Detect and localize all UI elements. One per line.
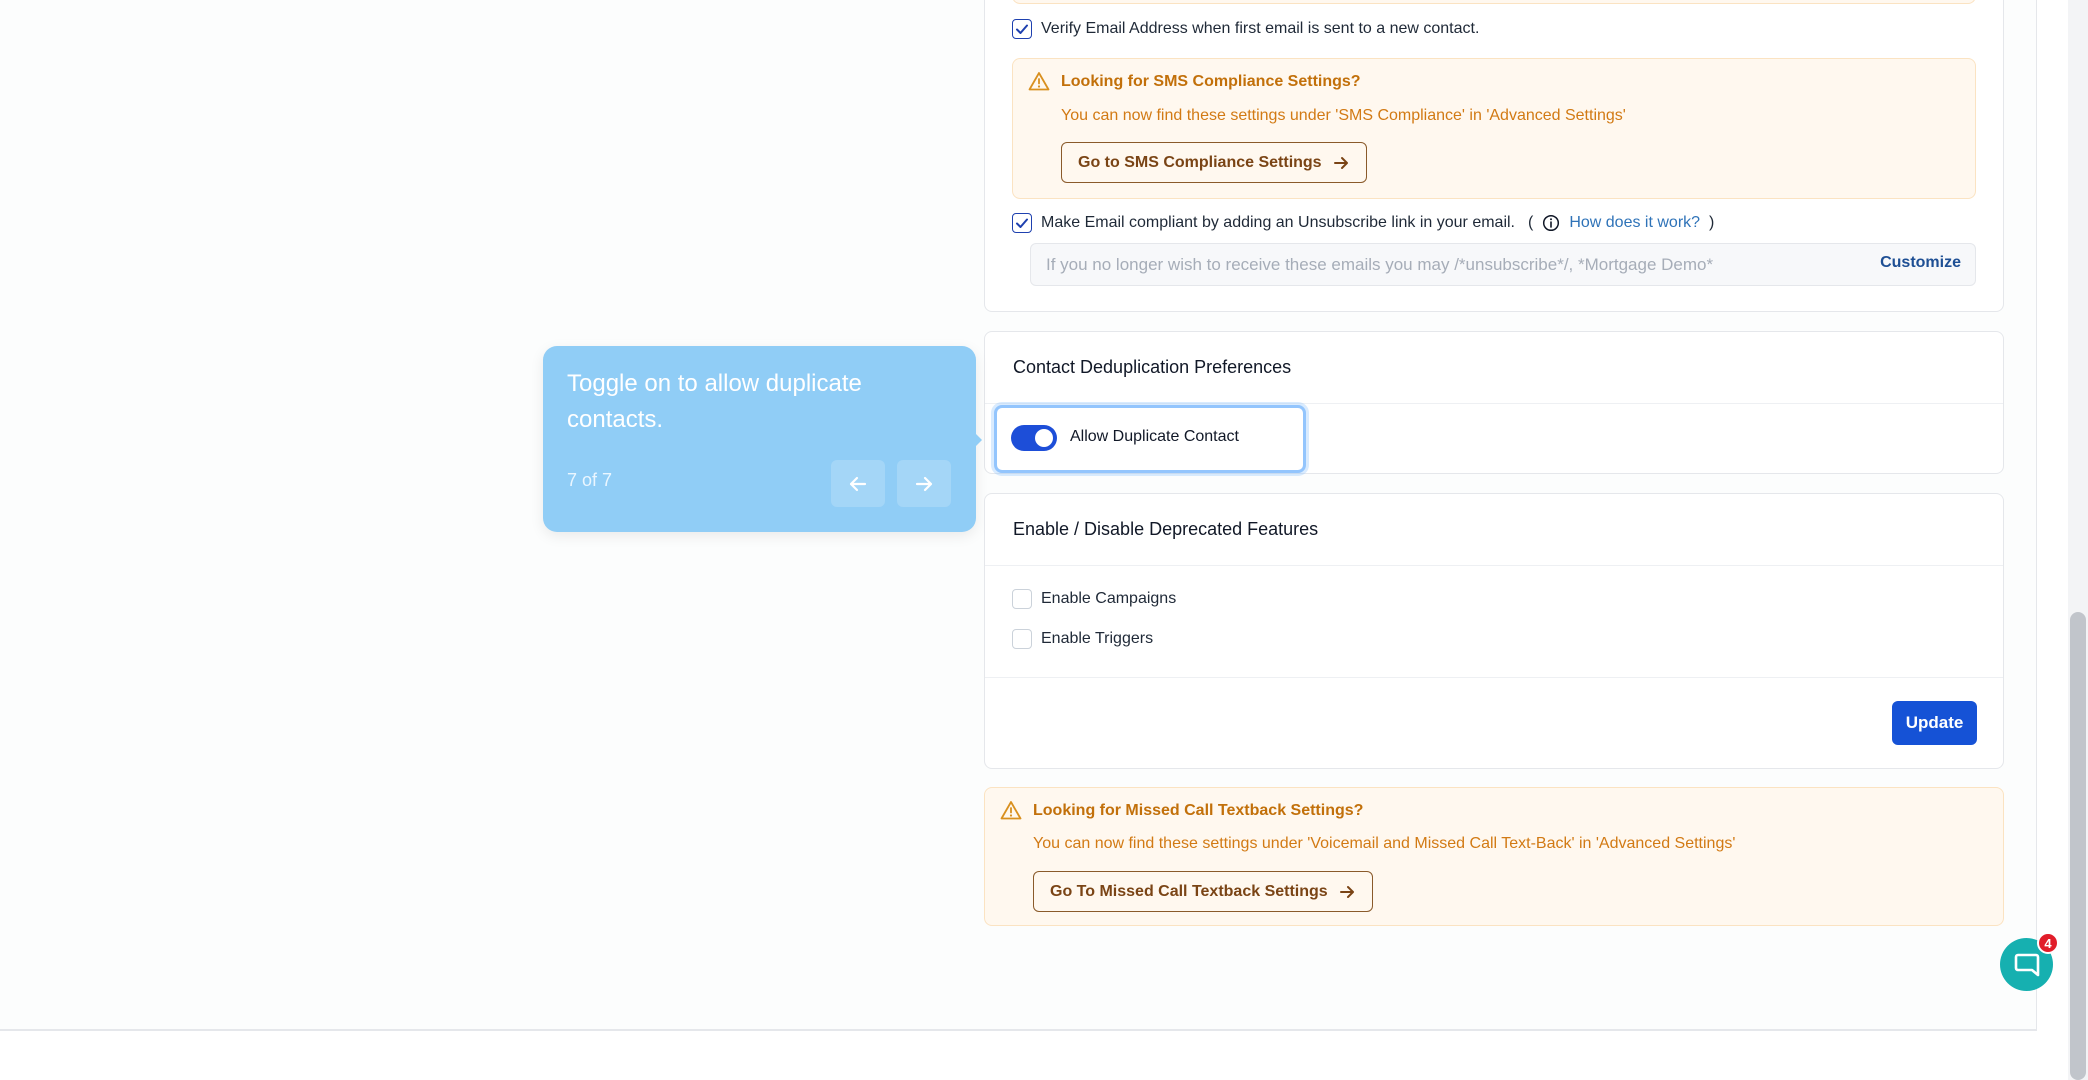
scrollbar-thumb[interactable] xyxy=(2070,612,2086,1080)
verify-email-label: Verify Email Address when first email is… xyxy=(1041,20,1480,37)
missed-call-notice-title: Looking for Missed Call Textback Setting… xyxy=(1033,802,1364,819)
enable-campaigns-row[interactable]: Enable Campaigns xyxy=(1012,589,1176,609)
unsubscribe-row[interactable]: Make Email compliant by adding an Unsubs… xyxy=(1012,213,1714,233)
info-icon xyxy=(1543,214,1560,232)
warning-icon xyxy=(1000,801,1022,820)
sms-notice-text: You can now find these settings under 'S… xyxy=(1061,107,1626,124)
go-to-sms-compliance-button[interactable]: Go to SMS Compliance Settings xyxy=(1061,142,1367,183)
tooltip-step-counter: 7 of 7 xyxy=(567,470,613,490)
enable-triggers-row[interactable]: Enable Triggers xyxy=(1012,629,1153,649)
bottom-strip xyxy=(0,1030,2037,1080)
tooltip-prev-button[interactable] xyxy=(831,460,885,507)
dedup-card-title: Contact Deduplication Preferences xyxy=(985,332,2003,404)
arrow-left-icon xyxy=(849,476,867,491)
verify-email-checkbox[interactable] xyxy=(1012,19,1032,39)
card-divider xyxy=(985,677,2003,678)
missed-call-button-label: Go To Missed Call Textback Settings xyxy=(1050,882,1328,900)
arrow-right-icon xyxy=(1339,885,1354,898)
check-icon xyxy=(1016,24,1028,34)
previous-notice-edge xyxy=(1012,0,1976,4)
enable-triggers-checkbox[interactable] xyxy=(1012,629,1032,649)
warning-icon xyxy=(1028,72,1050,91)
sms-notice-title: Looking for SMS Compliance Settings? xyxy=(1061,73,1361,90)
unsubscribe-text-field[interactable]: If you no longer wish to receive these e… xyxy=(1030,243,1976,286)
missed-call-notice-text: You can now find these settings under 'V… xyxy=(1033,835,1736,852)
unsubscribe-label: Make Email compliant by adding an Unsubs… xyxy=(1041,214,1515,231)
enable-campaigns-checkbox[interactable] xyxy=(1012,589,1032,609)
update-button[interactable]: Update xyxy=(1892,701,1977,745)
allow-duplicate-toggle[interactable] xyxy=(1011,425,1057,451)
check-icon xyxy=(1016,218,1028,228)
verify-email-row[interactable]: Verify Email Address when first email is… xyxy=(1012,19,1479,39)
tooltip-next-button[interactable] xyxy=(897,460,951,507)
paren-open: ( xyxy=(1528,214,1534,231)
chat-icon xyxy=(2014,953,2039,976)
unsubscribe-text: If you no longer wish to receive these e… xyxy=(1046,254,1714,274)
unsubscribe-checkbox[interactable] xyxy=(1012,213,1032,233)
arrow-right-icon xyxy=(915,476,933,491)
deprecated-card-title: Enable / Disable Deprecated Features xyxy=(985,494,2003,566)
arrow-right-icon xyxy=(1333,156,1348,169)
sms-button-label: Go to SMS Compliance Settings xyxy=(1078,153,1322,171)
enable-campaigns-label: Enable Campaigns xyxy=(1041,590,1177,607)
allow-duplicate-label: Allow Duplicate Contact xyxy=(1070,428,1239,445)
tooltip-text: Toggle on to allow duplicate contacts. xyxy=(567,370,862,433)
tour-tooltip: Toggle on to allow duplicate contacts. 7… xyxy=(543,346,976,532)
customize-button[interactable]: Customize xyxy=(1880,254,1961,272)
toggle-knob xyxy=(1035,429,1053,447)
paren-close: ) xyxy=(1709,214,1715,231)
tooltip-pointer xyxy=(972,430,982,450)
enable-triggers-label: Enable Triggers xyxy=(1041,630,1154,647)
chat-notification-badge: 4 xyxy=(2037,932,2059,954)
how-does-it-work-link[interactable]: How does it work? xyxy=(1569,214,1700,232)
go-to-missed-call-button[interactable]: Go To Missed Call Textback Settings xyxy=(1033,871,1373,912)
